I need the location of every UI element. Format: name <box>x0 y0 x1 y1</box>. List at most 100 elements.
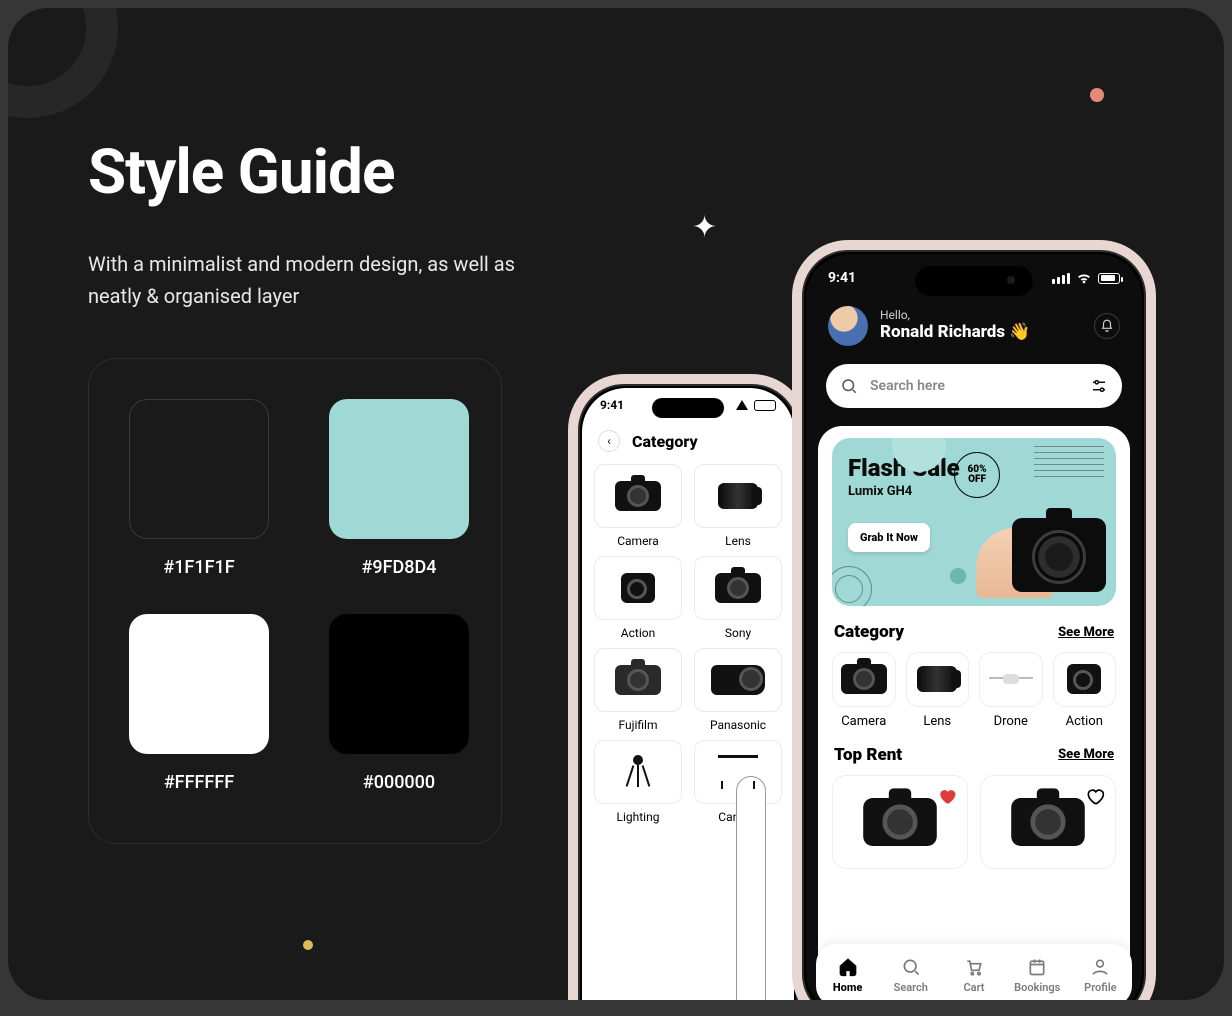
page-subtitle: With a minimalist and modern design, as … <box>88 248 548 312</box>
category-item[interactable]: Action <box>1053 652 1117 729</box>
color-palette: #1F1F1F #9FD8D4 #FFFFFF #000000 <box>88 358 502 844</box>
favorite-button[interactable] <box>1085 786 1105 806</box>
drone-icon <box>989 670 1033 688</box>
category-item[interactable]: Canvas <box>692 740 784 824</box>
lens-icon <box>917 666 957 692</box>
flash-sale-banner[interactable]: Flash Sale Lumix GH4 60% OFF Grab It Now <box>832 438 1116 606</box>
category-label: Panasonic <box>710 718 766 732</box>
phone-mock-category: 9:41 ‹ Category Camera Lens <box>568 374 808 1000</box>
notifications-button[interactable] <box>1094 313 1120 339</box>
screen-title: Category <box>632 432 698 451</box>
search-input[interactable]: Search here <box>826 364 1122 408</box>
category-item[interactable]: Lens <box>906 652 970 729</box>
category-row: Camera Lens Drone Action <box>832 652 1116 729</box>
heart-outline-icon <box>1085 786 1105 806</box>
banner-product-image <box>976 488 1106 598</box>
category-label: Lens <box>923 714 951 729</box>
action-cam-icon <box>621 573 655 603</box>
rent-card[interactable] <box>980 775 1116 869</box>
user-name: Ronald Richards 👋 <box>880 321 1031 343</box>
swatch-color <box>329 614 469 754</box>
content-sheet: Flash Sale Lumix GH4 60% OFF Grab It Now <box>818 426 1130 986</box>
category-item[interactable]: Action <box>592 556 684 640</box>
nav-label: Search <box>894 981 928 994</box>
nav-label: Bookings <box>1014 981 1060 994</box>
phone-notch <box>915 266 1033 296</box>
canvas-icon <box>718 755 758 789</box>
swatch-hex: #FFFFFF <box>164 772 234 793</box>
grab-it-now-button[interactable]: Grab It Now <box>848 523 930 552</box>
cart-icon <box>964 957 984 977</box>
category-item[interactable]: Camera <box>832 652 896 729</box>
camera-icon <box>615 481 661 511</box>
page-title: Style Guide <box>88 136 394 209</box>
decorative-dot <box>303 940 313 950</box>
swatch-hex: #1F1F1F <box>163 557 234 578</box>
lens-icon <box>718 483 758 509</box>
style-guide-canvas: ✦ Style Guide With a minimalist and mode… <box>8 8 1224 1000</box>
swatch: #9FD8D4 <box>329 399 469 588</box>
signal-icon <box>1052 273 1070 284</box>
favorite-button[interactable] <box>937 786 957 806</box>
search-placeholder: Search here <box>870 378 945 394</box>
nav-cart[interactable]: Cart <box>942 957 1005 994</box>
heart-icon <box>937 786 957 806</box>
wifi-icon <box>736 400 748 410</box>
bell-icon <box>1100 319 1114 333</box>
section-title-top-rent: Top Rent <box>834 745 902 765</box>
decorative-dot <box>1090 88 1104 102</box>
category-item[interactable]: Lighting <box>592 740 684 824</box>
nav-profile[interactable]: Profile <box>1069 957 1132 994</box>
swatch-color <box>129 399 269 539</box>
category-item[interactable]: Lens <box>692 464 784 548</box>
nav-bookings[interactable]: Bookings <box>1006 957 1069 994</box>
category-label: Fujifilm <box>619 718 658 732</box>
section-title-category: Category <box>834 622 904 642</box>
swatch-hex: #000000 <box>363 772 435 793</box>
swatch: #FFFFFF <box>129 614 269 803</box>
decorative-shape <box>832 566 872 606</box>
category-label: Lighting <box>617 810 660 824</box>
search-icon <box>901 957 921 977</box>
see-more-link[interactable]: See More <box>1058 625 1114 640</box>
product-image <box>863 798 937 846</box>
see-more-link[interactable]: See More <box>1058 747 1114 762</box>
category-item[interactable]: Camera <box>592 464 684 548</box>
swatch-hex: #9FD8D4 <box>362 557 437 578</box>
category-label: Action <box>621 626 655 640</box>
avatar[interactable] <box>828 306 868 346</box>
nav-label: Cart <box>963 981 984 994</box>
action-cam-icon <box>1067 664 1101 694</box>
category-grid: Camera Lens Action Sony Fujifilm <box>582 460 794 828</box>
nav-label: Profile <box>1084 981 1116 994</box>
status-time: 9:41 <box>600 398 624 412</box>
profile-icon <box>1090 957 1110 977</box>
nav-label: Home <box>833 981 862 994</box>
battery-icon <box>1098 273 1120 284</box>
decorative-ring <box>8 8 118 118</box>
filter-icon[interactable] <box>1090 377 1108 395</box>
top-rent-row <box>832 775 1116 869</box>
battery-icon <box>754 400 776 411</box>
sparkle-icon: ✦ <box>692 210 717 245</box>
greeting-label: Hello, <box>880 309 1031 321</box>
camera-icon <box>715 573 761 603</box>
back-button[interactable]: ‹ <box>598 430 620 452</box>
swatch-color <box>329 399 469 539</box>
category-item[interactable]: Fujifilm <box>592 648 684 732</box>
category-label: Sony <box>725 626 751 640</box>
calendar-icon <box>1027 957 1047 977</box>
nav-home[interactable]: Home <box>816 957 879 994</box>
category-item[interactable]: Sony <box>692 556 784 640</box>
category-item[interactable]: Panasonic <box>692 648 784 732</box>
rent-card[interactable] <box>832 775 968 869</box>
discount-off: OFF <box>968 475 986 485</box>
category-label: Camera <box>617 534 659 548</box>
bottom-nav: Home Search Cart Bookings Profile <box>816 944 1132 1000</box>
lighting-icon <box>621 755 655 789</box>
decorative-shape <box>950 568 966 584</box>
category-item[interactable]: Drone <box>979 652 1043 729</box>
search-icon <box>840 377 858 395</box>
nav-search[interactable]: Search <box>879 957 942 994</box>
wifi-icon <box>1076 270 1092 286</box>
